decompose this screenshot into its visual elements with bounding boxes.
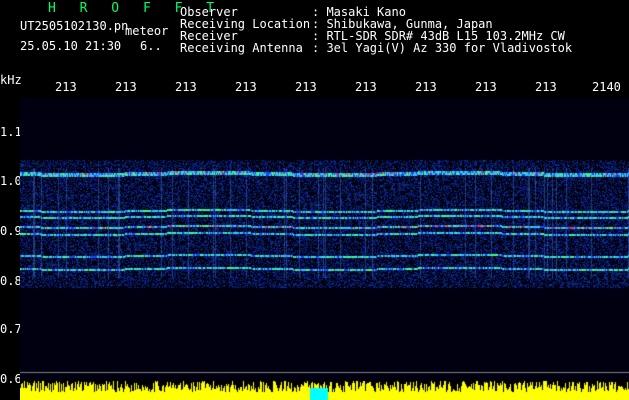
y-tick-label: 0.6 bbox=[0, 372, 22, 386]
x-tick-label: 213 bbox=[475, 80, 497, 94]
info-label-antenna: Receiving Antenna bbox=[180, 41, 303, 55]
x-tick-label: 213 bbox=[355, 80, 377, 94]
x-tick-label: 213 bbox=[175, 80, 197, 94]
filename-label: UT2505102130.pn bbox=[20, 19, 129, 33]
y-tick-label: 1.1 bbox=[0, 125, 22, 139]
info-value-antenna: : 3el Yagi(V) Az 330 for Vladivostok bbox=[312, 41, 573, 55]
counter-label: 6.. bbox=[140, 39, 162, 53]
x-tick-label: 213 bbox=[415, 80, 437, 94]
y-tick-label: 0.9 bbox=[0, 224, 22, 238]
x-tick-label: 213 bbox=[115, 80, 137, 94]
x-tick-label: 213 bbox=[295, 80, 317, 94]
x-tick-label: 213 bbox=[235, 80, 257, 94]
baseline-noise-strip bbox=[20, 380, 629, 400]
x-tick-label: 2140 bbox=[592, 80, 621, 94]
y-tick-label: 0.7 bbox=[0, 322, 22, 336]
y-tick-label: 0.8 bbox=[0, 274, 22, 288]
y-tick-label: 1.0 bbox=[0, 174, 22, 188]
x-tick-label: 213 bbox=[55, 80, 77, 94]
mode-label: meteor bbox=[125, 24, 169, 38]
x-tick-label: 213 bbox=[535, 80, 557, 94]
y-axis-unit: kHz bbox=[0, 73, 22, 87]
spectrogram-plot bbox=[20, 98, 629, 380]
datetime-label: 25.05.10 21:30 bbox=[20, 39, 122, 53]
